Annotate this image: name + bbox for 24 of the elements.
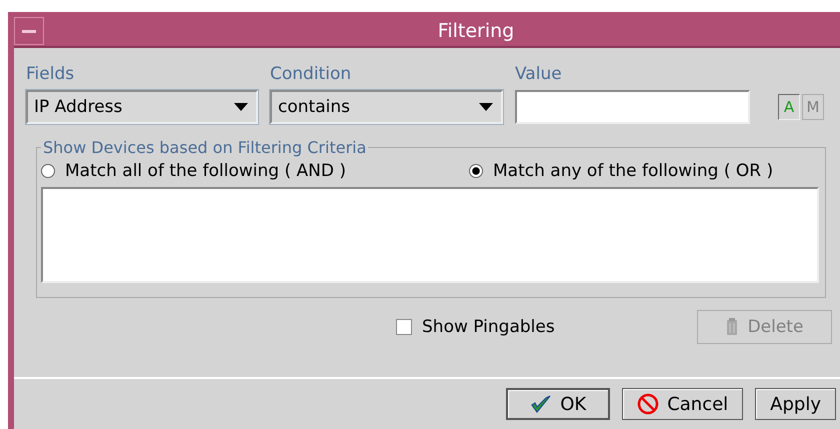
plain-button[interactable]: Apply bbox=[755, 388, 836, 420]
radio-button[interactable] bbox=[469, 164, 483, 178]
field-label: Value bbox=[515, 64, 563, 84]
ok-button[interactable]: OK bbox=[506, 388, 610, 420]
value-field[interactable] bbox=[515, 90, 750, 124]
checkbox-label[interactable]: Show Pingables bbox=[422, 317, 555, 337]
criteria-list[interactable] bbox=[41, 187, 819, 283]
radio-label[interactable]: Match all of the following ( AND ) bbox=[65, 161, 346, 181]
caret-icon bbox=[479, 103, 493, 111]
trash-icon bbox=[726, 318, 738, 336]
window-menu-button[interactable] bbox=[14, 17, 44, 45]
field-label: Condition bbox=[270, 64, 352, 84]
checkmark-icon bbox=[530, 394, 552, 414]
checkbox[interactable] bbox=[396, 319, 412, 335]
dropdown[interactable]: contains bbox=[270, 90, 503, 124]
radio-label[interactable]: Match any of the following ( OR ) bbox=[493, 161, 774, 181]
dropdown[interactable]: IP Address bbox=[26, 90, 258, 124]
cancel-button[interactable]: Cancel bbox=[622, 388, 744, 420]
radio-button[interactable] bbox=[41, 164, 55, 178]
window-title: Filtering bbox=[436, 20, 516, 42]
field-label: Fields bbox=[26, 64, 76, 84]
prohibited-icon bbox=[637, 393, 660, 415]
caret-icon bbox=[234, 103, 248, 111]
group-legend: Show Devices based on Filtering Criteria bbox=[41, 138, 368, 157]
